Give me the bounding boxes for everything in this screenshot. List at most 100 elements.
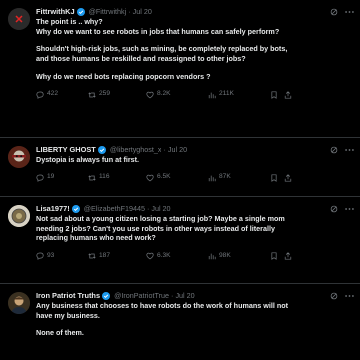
views-button[interactable]: 98K — [208, 252, 270, 261]
bookmark-button[interactable] — [270, 252, 284, 261]
tweet-actions: 93 187 6.3K 98K — [36, 248, 348, 264]
bookmark-icon — [271, 252, 277, 261]
tweet-line: Dystopia is always fun at first. — [36, 155, 140, 164]
reply-icon — [36, 252, 44, 260]
svg-text:✕: ✕ — [14, 14, 23, 26]
bookmark-icon — [271, 91, 277, 99]
like-count: 8.2K — [157, 90, 171, 98]
views-count: 211K — [219, 90, 234, 98]
more-icon[interactable] — [345, 291, 354, 300]
reply-icon — [36, 91, 44, 99]
reply-count: 93 — [47, 251, 55, 259]
tweet-line: Not sad about a young citizen losing a s… — [36, 214, 285, 223]
share-icon — [284, 90, 292, 99]
like-count: 6.5K — [157, 173, 171, 181]
more-icon[interactable] — [345, 204, 354, 213]
tweet[interactable]: Iron Patriot Truths @IronPatriotTrue · J… — [0, 284, 360, 360]
tweet-actions: 422 259 8.2K 211K — [36, 87, 348, 103]
tweet-line: Why do we need bots replacing popcorn ve… — [36, 71, 211, 81]
display-name[interactable]: FittrwithKJ — [36, 7, 75, 17]
user-handle[interactable]: @IronPatriotTrue — [114, 291, 169, 301]
repost-icon — [88, 175, 96, 181]
more-icon[interactable] — [345, 7, 354, 16]
tweet-line: Shouldn't high-risk jobs, such as mining… — [36, 44, 288, 54]
display-name[interactable]: Lisa1977! — [36, 204, 70, 214]
grok-icon[interactable] — [329, 145, 338, 154]
tweet-line: None of them. — [36, 328, 84, 338]
views-icon — [208, 175, 216, 181]
views-button[interactable]: 211K — [208, 90, 270, 99]
tweet-actions: 19 116 6.5K 87K — [36, 170, 348, 186]
avatar[interactable] — [8, 205, 30, 227]
user-handle[interactable]: @libertyghost_x — [110, 145, 162, 155]
timeline-feed: ✕ FittrwithKJ @Fittrwithkj · Jul 20 The … — [0, 0, 360, 360]
tweet-line: Any business that chooses to have robots… — [36, 301, 288, 310]
avatar[interactable] — [8, 292, 30, 314]
reply-button[interactable]: 19 — [36, 173, 88, 182]
avatar[interactable]: ✕ — [8, 8, 30, 30]
reply-button[interactable]: 93 — [36, 252, 88, 261]
grok-icon[interactable] — [329, 7, 338, 16]
like-button[interactable]: 8.2K — [146, 90, 208, 99]
tweet-text: Dystopia is always fun at first. — [36, 155, 348, 165]
share-button[interactable] — [284, 252, 294, 260]
repost-count: 116 — [99, 173, 110, 181]
tweet-line: replacing humans who need work? — [36, 233, 156, 243]
views-button[interactable]: 87K — [208, 173, 270, 182]
repost-icon — [88, 91, 96, 98]
repost-button[interactable]: 116 — [88, 173, 146, 182]
user-handle[interactable]: @ElizabethF19445 — [84, 204, 145, 214]
views-count: 98K — [219, 251, 231, 259]
views-count: 87K — [219, 173, 231, 181]
tweet[interactable]: Lisa1977! @ElizabethF19445 · Jul 20 Not … — [0, 197, 360, 284]
reply-button[interactable]: 422 — [36, 90, 88, 99]
tweet-text: Not sad about a young citizen losing a s… — [36, 214, 348, 243]
tweet-line: needing 2 jobs? Can't you use robots in … — [36, 223, 275, 233]
share-button[interactable] — [284, 90, 294, 99]
tweet-text: The point is .. why? Why do we want to s… — [36, 17, 348, 82]
like-icon — [146, 252, 154, 260]
display-name[interactable]: LIBERTY GHOST — [36, 145, 96, 155]
tweet-line: and those humans be reskilled and reassi… — [36, 54, 246, 64]
reply-count: 19 — [47, 173, 55, 181]
tweet-line: have my business. — [36, 310, 100, 320]
share-button[interactable] — [284, 174, 294, 182]
separator-dot: · — [171, 291, 174, 301]
separator-dot: · — [163, 145, 166, 155]
avatar[interactable] — [8, 146, 30, 168]
display-name[interactable]: Iron Patriot Truths — [36, 291, 100, 301]
repost-count: 187 — [99, 251, 111, 259]
grok-icon[interactable] — [329, 204, 338, 213]
tweet-text: Any business that chooses to have robots… — [36, 301, 348, 338]
repost-button[interactable]: 259 — [88, 90, 146, 99]
like-button[interactable]: 6.5K — [146, 173, 208, 182]
tweet[interactable]: LIBERTY GHOST @libertyghost_x · Jul 20 D… — [0, 138, 360, 197]
like-button[interactable]: 6.3K — [146, 252, 208, 261]
grok-icon[interactable] — [329, 291, 338, 300]
timestamp[interactable]: Jul 20 — [175, 291, 194, 301]
share-icon — [284, 252, 292, 260]
separator-dot: · — [146, 204, 150, 214]
like-icon — [146, 91, 154, 98]
verified-icon — [71, 205, 80, 213]
views-icon — [208, 253, 216, 260]
views-icon — [208, 92, 216, 98]
share-icon — [284, 174, 292, 182]
tweet[interactable]: ✕ FittrwithKJ @Fittrwithkj · Jul 20 The … — [0, 0, 360, 138]
reply-icon — [36, 174, 44, 182]
repost-count: 259 — [99, 90, 111, 98]
bookmark-button[interactable] — [270, 91, 284, 99]
tweet-line: The point is .. why? — [36, 17, 103, 26]
separator-dot: · — [128, 7, 131, 17]
timestamp[interactable]: Jul 20 — [168, 145, 187, 155]
timestamp[interactable]: Jul 20 — [133, 7, 152, 17]
verified-icon — [102, 292, 111, 300]
user-handle[interactable]: @Fittrwithkj — [89, 7, 127, 17]
like-icon — [146, 174, 154, 181]
repost-button[interactable]: 187 — [88, 252, 146, 261]
bookmark-icon — [271, 174, 277, 182]
bookmark-button[interactable] — [270, 174, 284, 182]
timestamp[interactable]: Jul 20 — [151, 204, 170, 214]
more-icon[interactable] — [345, 145, 354, 154]
like-count: 6.3K — [157, 251, 171, 259]
